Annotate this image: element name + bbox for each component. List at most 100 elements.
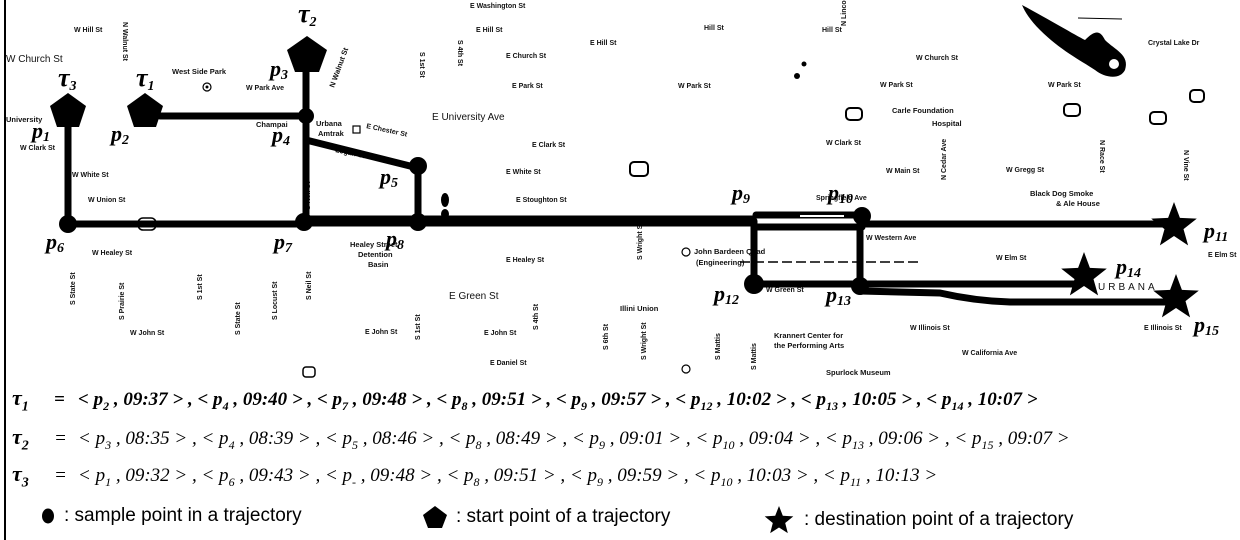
street-label: E John St bbox=[365, 329, 398, 336]
poi-label: West Side Park bbox=[172, 67, 227, 76]
poi-label: the Performing Arts bbox=[774, 341, 844, 350]
street-label: S Locust St bbox=[272, 281, 279, 320]
trajectory-sample: < p9 , 09:57 > , bbox=[555, 389, 676, 413]
poi-label: Hospital bbox=[932, 119, 962, 128]
park-icon-dot bbox=[205, 85, 209, 89]
poi-label: Carle Foundation bbox=[892, 106, 954, 115]
street-label: W Illinois St bbox=[910, 325, 950, 332]
trajectory-sample: < p10 , 10:03 > , bbox=[693, 465, 823, 489]
poi-label: Detention bbox=[358, 250, 393, 259]
lake-island bbox=[1109, 59, 1119, 69]
trajectory-equation-tau3: τ3 = < p1 , 09:32 > , < p6 , 09:43 > , < p… bbox=[12, 461, 937, 491]
point-label-p1: p1 bbox=[30, 118, 50, 145]
street-label: E Clark St bbox=[532, 142, 566, 149]
street-label: S Wright St bbox=[637, 222, 644, 260]
trajectory-sample: < p5 , 08:46 > , bbox=[324, 428, 449, 452]
point-label-p6: p6 bbox=[44, 229, 64, 256]
trajectory-sample: < p13 , 09:06 > , bbox=[824, 428, 955, 452]
destination-point-p15 bbox=[1153, 274, 1199, 318]
trajectory-sample: < p8 , 09:51 > , bbox=[446, 465, 570, 489]
street-label: N Race St bbox=[1098, 140, 1105, 173]
street-label: N Walnut St bbox=[121, 22, 128, 62]
street-label: W Hill St bbox=[74, 27, 103, 34]
map-dot bbox=[794, 73, 800, 79]
trajectory-sample: < p15 , 09:07 > bbox=[954, 428, 1070, 452]
poi-icon bbox=[681, 364, 691, 374]
tau3-label: τ3 bbox=[58, 63, 77, 94]
point-label-p2: p2 bbox=[109, 121, 129, 148]
street-label: S 1st St bbox=[418, 52, 425, 78]
street-label: E Daniel St bbox=[490, 360, 527, 367]
street-label: S Prairie St bbox=[119, 282, 126, 320]
legend-label: : destination point of a trajectory bbox=[804, 509, 1074, 530]
poi-label: Black Dog Smoke bbox=[1030, 189, 1093, 198]
highway-shields bbox=[137, 89, 1205, 378]
poi-label: & Ale House bbox=[1056, 199, 1100, 208]
street-label: W Church St bbox=[916, 55, 959, 62]
point-label-p11: p11 bbox=[1202, 218, 1228, 245]
legend-label: : start point of a trajectory bbox=[456, 506, 671, 527]
point-label-p12: p12 bbox=[712, 281, 739, 308]
trajectory-sample: < p3 , 08:35 > , bbox=[78, 428, 202, 452]
trajectory-sample: < p2 , 09:37 > , bbox=[78, 389, 198, 413]
equals-sign: = bbox=[54, 428, 67, 449]
pentagon-icon bbox=[423, 506, 447, 528]
street-label: E Healey St bbox=[506, 257, 545, 264]
trajectory-sample: < p10 , 09:04 > , bbox=[695, 428, 825, 452]
trajectory-equation-tau1: τ1 = < p2 , 09:37 > , < p4 , 09:40 > , < p… bbox=[12, 385, 1038, 415]
street-label: S Mattis bbox=[751, 343, 758, 370]
start-point-p1 bbox=[50, 93, 86, 127]
trajectory-sample: < p14 , 10:07 > bbox=[926, 389, 1038, 413]
trajectory-routes bbox=[64, 66, 1182, 306]
legend-item-start-point: : start point of a trajectory bbox=[422, 505, 670, 529]
street-label: S State St bbox=[235, 302, 242, 335]
street-label: W Healey St bbox=[92, 250, 133, 257]
map: W Hill St W Church St University W Clark… bbox=[6, 0, 1237, 378]
sample-point-p4 bbox=[298, 108, 314, 124]
street-label: N Lincoln Ave bbox=[841, 0, 848, 26]
street-label: W Park St bbox=[1048, 82, 1081, 89]
tau2-label: τ2 bbox=[298, 0, 317, 30]
trajectory-sample: < p- , 09:48 > , bbox=[324, 465, 447, 489]
street-label: W Elm St bbox=[996, 255, 1027, 262]
poi-label: Amtrak bbox=[318, 129, 345, 138]
street-label: E University Ave bbox=[432, 112, 505, 123]
start-point-p2 bbox=[127, 93, 163, 127]
start-point-p3 bbox=[287, 36, 327, 72]
street-label: S 4th St bbox=[533, 303, 540, 330]
equals-sign: = bbox=[54, 389, 65, 410]
street-label: E Illinois St bbox=[1144, 325, 1182, 332]
street-label: N Walnut St bbox=[327, 46, 350, 89]
trajectory-symbol: τ3 bbox=[12, 461, 29, 491]
poi-label: Urbana bbox=[316, 119, 343, 128]
legend: : sample point in a trajectory : start p… bbox=[0, 505, 1240, 535]
point-label-p10: p10 bbox=[826, 180, 853, 207]
poi-label: Krannert Center for bbox=[774, 331, 843, 340]
equals-sign: = bbox=[54, 465, 67, 486]
street-label: E John St bbox=[484, 330, 517, 337]
sample-point-p5 bbox=[409, 157, 427, 175]
point-label-p15: p15 bbox=[1192, 312, 1219, 339]
point-label-p9: p9 bbox=[730, 180, 750, 207]
trajectory-symbol: τ1 bbox=[12, 385, 29, 415]
trajectory-figure: W Hill St W Church St University W Clark… bbox=[0, 0, 1240, 540]
tau1-label: τ1 bbox=[136, 63, 155, 94]
street-label: Hill St bbox=[822, 27, 843, 34]
station-icon bbox=[352, 125, 361, 134]
street-label: E Washington St bbox=[470, 3, 526, 10]
street-label: S 1st St bbox=[415, 314, 422, 340]
street-label: Hill St bbox=[704, 25, 725, 32]
point-label-p7: p7 bbox=[272, 229, 293, 256]
point-label-p8: p8 bbox=[384, 226, 404, 253]
trajectory-sample: < p7 , 09:48 > , bbox=[316, 389, 437, 413]
marker-blob bbox=[441, 193, 449, 207]
trajectory-sample: < p4 , 08:39 > , bbox=[201, 428, 325, 452]
poi-icon bbox=[681, 247, 691, 257]
trajectory-sample: < p9 , 09:59 > , bbox=[569, 465, 694, 489]
legend-item-destination-point: : destination point of a trajectory bbox=[762, 505, 1073, 535]
street-label: S 1st St bbox=[197, 274, 204, 300]
trajectory-sample: < p8 , 09:51 > , bbox=[436, 389, 556, 413]
poi-label: (Engineering) bbox=[696, 258, 745, 267]
trajectory-sample: < p13 , 10:05 > , bbox=[800, 389, 927, 413]
street-label: E Church St bbox=[506, 53, 547, 60]
